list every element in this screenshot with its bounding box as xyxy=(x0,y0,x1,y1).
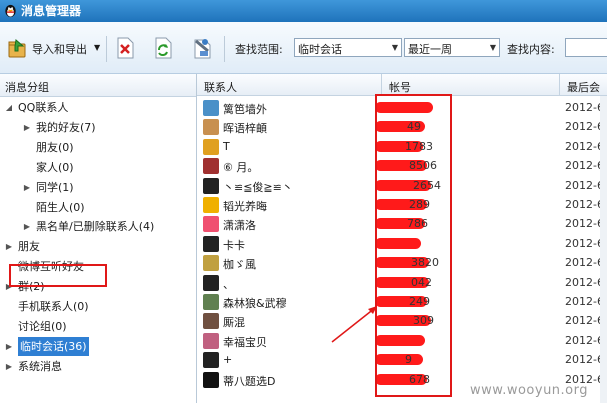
column-header-account[interactable]: 帐号 xyxy=(382,74,560,96)
qq-penguin-icon xyxy=(5,4,16,18)
title-bar: 消息管理器 xyxy=(0,0,607,22)
message-group-header: 消息分组 xyxy=(0,74,196,97)
import-export-icon[interactable] xyxy=(6,38,28,60)
message-group-panel: 消息分组 ◢ QQ联系人 ▶ 我的好友(7) 朋友(0) 家人(0) ▶ 同学(1) 陌生人(0… xyxy=(0,74,197,403)
tree-item-label: 朋友 xyxy=(18,240,40,254)
expand-closed-icon[interactable]: ▶ xyxy=(4,357,14,376)
expand-closed-icon[interactable]: ▶ xyxy=(22,118,32,137)
toolbar-divider xyxy=(224,36,225,62)
time-range-value: 最近一周 xyxy=(408,43,452,56)
tree-item[interactable]: ▶ 朋友 xyxy=(0,237,196,256)
expand-open-icon[interactable]: ◢ xyxy=(4,98,14,117)
contact-name: 卡卡 xyxy=(223,238,245,252)
chevron-down-icon[interactable]: ▼ xyxy=(94,43,100,52)
search-content-label: 查找内容: xyxy=(507,43,555,56)
avatar xyxy=(203,158,219,175)
tree-item[interactable]: ▶ 我的好友(7) xyxy=(0,118,196,137)
watermark: www.wooyun.org xyxy=(470,383,589,398)
import-export-button[interactable]: 导入和导出 xyxy=(32,41,87,57)
tree-item[interactable]: 家人(0) xyxy=(0,158,196,177)
column-header-last-session[interactable]: 最后会 xyxy=(560,74,607,96)
tree-item-label: 同学(1) xyxy=(36,180,74,194)
annotation-arrow-icon xyxy=(331,306,377,343)
contact-name: 幸福宝贝 xyxy=(223,335,267,349)
column-header-contact[interactable]: 联系人 xyxy=(197,74,382,96)
tree-item[interactable]: ▶ 系统消息 xyxy=(0,357,196,376)
contact-name: 晖语梓頔 xyxy=(223,122,267,136)
avatar xyxy=(203,371,219,388)
tree-item[interactable]: ◢ QQ联系人 xyxy=(0,98,196,117)
contact-name: 森林狼&武穆 xyxy=(223,297,287,310)
contact-name: T xyxy=(223,139,230,153)
expand-closed-icon[interactable]: ▶ xyxy=(4,337,14,356)
contact-name: 韬光养晦 xyxy=(223,200,267,213)
search-range-value: 临时会话 xyxy=(298,43,342,56)
contact-name: 、 xyxy=(223,277,234,291)
contact-name: 厮混 xyxy=(223,316,245,330)
contact-name: 蒂八题选D xyxy=(223,374,276,388)
annotation-account-box xyxy=(375,94,452,397)
column-header-account-label: 帐号 xyxy=(389,81,411,94)
search-content-input[interactable] xyxy=(565,38,607,57)
avatar xyxy=(203,138,219,155)
avatar xyxy=(203,352,219,369)
avatar xyxy=(203,313,219,330)
tree-item-label: 手机联系人(0) xyxy=(18,300,89,313)
contact-name: 篱笆墙外 xyxy=(223,103,267,116)
tree-item[interactable]: 朋友(0) xyxy=(0,138,196,157)
time-range-select[interactable]: 最近一周 ▼ xyxy=(404,38,500,57)
avatar xyxy=(203,177,219,194)
avatar xyxy=(203,255,219,272)
toolbar: 导入和导出 ▼ 查找范围: 临时会话 ▼ 最近一周 ▼ 查找内容: xyxy=(0,22,607,74)
expand-closed-icon[interactable]: ▶ xyxy=(22,178,32,197)
tree-item-label: QQ联系人 xyxy=(18,101,69,114)
tree-item[interactable]: 陌生人(0) xyxy=(0,198,196,217)
avatar xyxy=(203,294,219,310)
chevron-down-icon[interactable]: ▼ xyxy=(490,43,496,52)
avatar xyxy=(203,119,219,136)
contact-name: 丶≌≦俊≧≌丶 xyxy=(223,180,293,194)
tree-item-label: 临时会话(36) xyxy=(18,336,89,356)
refresh-icon[interactable] xyxy=(151,36,175,60)
avatar xyxy=(203,274,219,291)
avatar xyxy=(203,216,219,233)
tools-icon[interactable] xyxy=(190,36,214,60)
avatar xyxy=(203,197,219,213)
tree-item[interactable]: ▶ 黑名单/已删除联系人(4) xyxy=(0,217,196,236)
search-range-select[interactable]: 临时会话 ▼ xyxy=(294,38,402,57)
expand-closed-icon[interactable]: ▶ xyxy=(4,237,14,256)
chevron-down-icon[interactable]: ▼ xyxy=(392,43,398,52)
contact-name: + xyxy=(223,353,233,367)
tree-item-label: 黑名单/已删除联系人(4) xyxy=(36,220,155,234)
toolbar-divider xyxy=(106,36,107,62)
annotation-highlight-box xyxy=(9,264,107,287)
contact-name: ⑥ 月。 xyxy=(223,161,259,175)
column-header-contact-label: 联系人 xyxy=(204,81,237,94)
tree-item[interactable]: ▶ 临时会话(36) xyxy=(0,336,196,356)
contact-name: 潇潇洛 xyxy=(223,219,256,233)
message-group-title: 消息分组 xyxy=(5,81,49,94)
search-range-label: 查找范围: xyxy=(235,43,283,56)
contact-name: 枷ゞ風 xyxy=(223,258,256,272)
tree-item-label: 系统消息 xyxy=(18,359,62,373)
tree-item-label: 讨论组(0) xyxy=(18,319,67,333)
tree-item[interactable]: 手机联系人(0) xyxy=(0,297,196,316)
avatar xyxy=(203,100,219,116)
expand-closed-icon[interactable]: ▶ xyxy=(22,217,32,236)
column-header-last-session-label: 最后会 xyxy=(567,81,600,94)
window-title: 消息管理器 xyxy=(21,4,82,18)
delete-icon[interactable] xyxy=(113,36,137,60)
tree-item-label: 家人(0) xyxy=(36,160,74,174)
tree-item-label: 陌生人(0) xyxy=(36,200,85,214)
tree-item-label: 我的好友(7) xyxy=(36,120,96,134)
avatar xyxy=(203,332,219,349)
tree-item[interactable]: 讨论组(0) xyxy=(0,317,196,336)
tree-item[interactable]: ▶ 同学(1) xyxy=(0,178,196,197)
tree-item-label: 朋友(0) xyxy=(36,140,74,154)
avatar xyxy=(203,235,219,252)
vertical-scrollbar[interactable] xyxy=(600,96,607,403)
